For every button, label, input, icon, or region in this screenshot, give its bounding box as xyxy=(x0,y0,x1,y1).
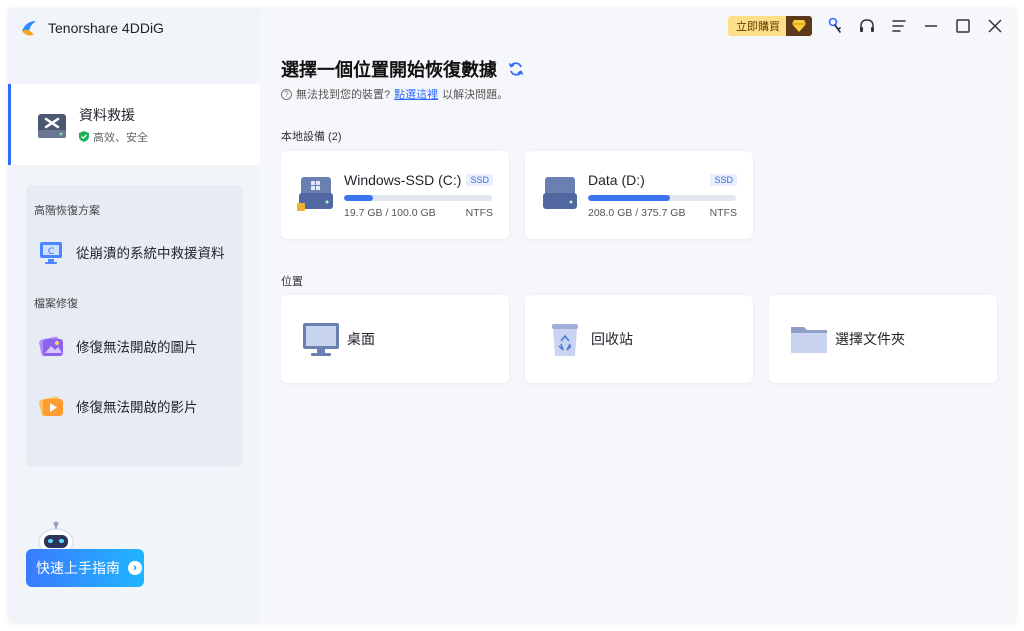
buy-now-button[interactable]: 立即購買 xyxy=(728,16,812,36)
titlebar: 立即購買 xyxy=(728,16,1004,36)
minimize-icon[interactable] xyxy=(922,17,940,35)
sidebar-item-crash-recovery[interactable]: C 從崩潰的系統中救援資料 xyxy=(36,237,225,267)
location-desktop[interactable]: 桌面 xyxy=(281,295,509,383)
guide-button-label: 快速上手指南 xyxy=(36,560,120,576)
video-repair-icon xyxy=(39,396,63,417)
page-title: 選擇一個位置開始恢復數據 xyxy=(281,60,497,80)
buy-now-label: 立即購買 xyxy=(736,21,780,33)
drive-usage-bar xyxy=(588,195,736,201)
drive-usage-fill xyxy=(344,195,374,201)
photo-repair-icon xyxy=(39,336,63,357)
maximize-icon[interactable] xyxy=(954,17,972,35)
desktop-icon xyxy=(303,323,339,356)
sidebar-item-photo-repair[interactable]: 修復無法開啟的圖片 xyxy=(36,331,198,361)
diamond-icon xyxy=(786,16,812,36)
drive-filesystem: NTFS xyxy=(709,207,737,219)
location-recycle-bin[interactable]: 回收站 xyxy=(525,295,753,383)
location-select-folder-label: 選擇文件夾 xyxy=(835,331,905,347)
locations-label: 位置 xyxy=(281,276,303,288)
app-name: Tenorshare 4DDiG xyxy=(48,20,164,36)
sidebar-item-video-repair-label: 修復無法開啟的影片 xyxy=(76,400,198,415)
sidebar-item-subtitle-row: 高效、安全 xyxy=(79,129,148,145)
local-devices-label: 本地設備 (2) xyxy=(281,131,342,143)
drive-card-c[interactable]: Windows-SSD (C:) SSD 19.7 GB / 100.0 GB … xyxy=(281,151,509,239)
shield-check-icon xyxy=(79,131,89,142)
menu-icon[interactable] xyxy=(890,17,908,35)
crash-system-icon: C xyxy=(40,242,62,264)
advanced-panel: 高階恢復方案 C 從崩潰的系統中救援資料 檔案修復 修復無法開啟的圖片 修復無法… xyxy=(26,185,242,467)
drive-card-d[interactable]: Data (D:) SSD 208.0 GB / 375.7 GB NTFS xyxy=(525,151,753,239)
help-link[interactable]: 點選這裡 xyxy=(394,86,438,102)
brand: Tenorshare 4DDiG xyxy=(18,17,164,39)
ssd-badge: SSD xyxy=(710,174,737,186)
headset-icon[interactable] xyxy=(858,17,876,35)
quick-start-guide-button[interactable]: 快速上手指南 › xyxy=(26,549,144,587)
repair-heading: 檔案修復 xyxy=(34,298,78,310)
main-panel: 立即購買 選擇一個位置開始恢復數據 ? 無法找到您的裝置? 點選這裡 以解決問題… xyxy=(260,8,1016,623)
sidebar-item-title: 資料救援 xyxy=(79,106,135,123)
drive-name: Data (D:) xyxy=(588,172,645,188)
sidebar-item-photo-repair-label: 修復無法開啟的圖片 xyxy=(76,340,198,355)
drive-icon xyxy=(543,177,577,209)
sidebar: Tenorshare 4DDiG 資料救援 高效、安全 高階恢復方案 C 從崩潰… xyxy=(8,8,260,623)
ssd-badge: SSD xyxy=(466,174,493,186)
drive-windows-icon xyxy=(297,177,333,211)
chevron-right-icon: › xyxy=(128,561,142,575)
location-recycle-bin-label: 回收站 xyxy=(591,331,633,347)
advanced-heading: 高階恢復方案 xyxy=(34,205,100,217)
sidebar-item-subtitle: 高效、安全 xyxy=(93,131,148,144)
drive-size: 19.7 GB / 100.0 GB xyxy=(344,207,436,219)
location-desktop-label: 桌面 xyxy=(347,331,375,347)
folder-icon xyxy=(791,327,827,353)
help-prefix: 無法找到您的裝置? xyxy=(296,89,391,101)
sidebar-item-video-repair[interactable]: 修復無法開啟的影片 xyxy=(36,391,198,421)
close-icon[interactable] xyxy=(986,17,1004,35)
page-title-row: 選擇一個位置開始恢復數據 xyxy=(281,56,525,82)
location-select-folder[interactable]: 選擇文件夾 xyxy=(769,295,997,383)
sidebar-item-data-recovery[interactable]: 資料救援 高效、安全 xyxy=(8,84,260,165)
drive-name: Windows-SSD (C:) xyxy=(344,172,462,188)
question-icon: ? xyxy=(281,88,292,100)
drive-filesystem: NTFS xyxy=(465,207,493,219)
help-suffix: 以解決問題。 xyxy=(442,89,509,101)
recycle-bin-icon xyxy=(552,324,578,356)
refresh-icon[interactable] xyxy=(507,60,525,78)
svg-text:C: C xyxy=(48,247,54,257)
data-recovery-icon xyxy=(38,113,66,138)
drive-size: 208.0 GB / 375.7 GB xyxy=(588,207,686,219)
drive-usage-bar xyxy=(344,195,492,201)
app-logo-icon xyxy=(22,21,36,36)
help-line: ? 無法找到您的裝置? 點選這裡 以解決問題。 xyxy=(281,86,508,102)
drive-usage-fill xyxy=(588,195,670,201)
sidebar-item-crash-recovery-label: 從崩潰的系統中救援資料 xyxy=(76,246,225,261)
app-window: Tenorshare 4DDiG 資料救援 高效、安全 高階恢復方案 C 從崩潰… xyxy=(8,8,1016,623)
key-icon[interactable] xyxy=(826,17,844,35)
